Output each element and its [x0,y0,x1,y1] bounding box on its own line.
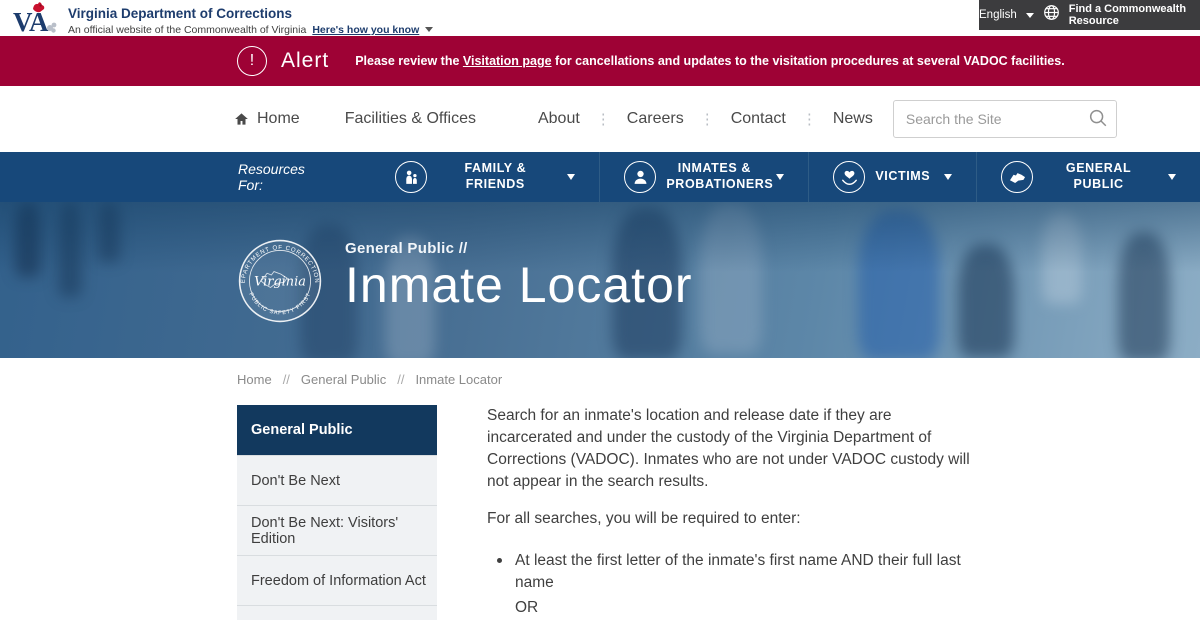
breadcrumb-general-public[interactable]: General Public [301,372,386,387]
resources-inmates-probationers[interactable]: INMATES & PROBATIONERS [600,152,808,202]
resource-label: GENERAL PUBLIC [1043,161,1154,192]
alert-message: Please review the Visitation page for ca… [355,54,1065,68]
page-content: General Public Don't Be Next Don't Be Ne… [237,405,1200,620]
resources-for-bar: Resources For: FAMILY & FRIENDS INMATES … [0,152,1200,202]
top-header: VA Virginia Department of Corrections An… [0,0,1200,36]
nav-item-about[interactable]: About [538,110,580,128]
language-selector[interactable]: English [979,9,1017,21]
sidebar-item[interactable] [237,605,437,620]
list-item: At least the first letter of the inmate'… [489,550,981,619]
requirement-or: OR [515,597,981,619]
breadcrumb-separator: // [397,372,404,387]
alert-banner: Alert Please review the Visitation page … [0,36,1200,86]
family-icon [395,161,427,193]
resource-label: INMATES & PROBATIONERS [666,161,762,192]
nav-item-facilities-offices[interactable]: Facilities & Offices [345,110,476,128]
caret-down-icon [776,174,784,180]
home-icon [233,111,250,127]
alert-message-prefix: Please review the [355,54,463,68]
nav-label: About [538,110,580,128]
nav-label: Home [257,110,300,128]
vadoc-seal-icon: DEPARTMENT OF CORRECTIONS PUBLIC SAFETY … [237,238,323,324]
main-column: Search for an inmate's location and rele… [487,405,981,620]
resource-label: FAMILY & FRIENDS [437,161,553,192]
heres-how-you-know-link[interactable]: Here's how you know [312,24,419,36]
caret-down-icon [1168,174,1176,180]
sidebar-menu: General Public Don't Be Next Don't Be Ne… [237,405,437,620]
nav-item-news[interactable]: News [833,110,873,128]
main-navigation: Home Facilities & Offices About Careers … [0,86,1200,152]
inmate-icon [624,161,656,193]
breadcrumb-current-page: Inmate Locator [415,372,502,387]
breadcrumb: Home // General Public // Inmate Locator [237,372,1200,387]
hero-eyebrow: General Public // [345,240,693,257]
sidebar-item-dont-be-next[interactable]: Don't Be Next [237,455,437,505]
nav-item-contact[interactable]: Contact [731,110,786,128]
visitation-page-link[interactable]: Visitation page [463,54,552,68]
language-caret-icon [1026,13,1034,18]
globe-icon [1043,4,1060,26]
resources-family-friends[interactable]: FAMILY & FRIENDS [371,152,599,202]
find-commonwealth-resource-link[interactable]: Find a Commonwealth Resource [1069,3,1200,27]
site-title: Virginia Department of Corrections [68,6,433,23]
sidebar-item-dont-be-next-visitors[interactable]: Don't Be Next: Visitors' Edition [237,505,437,555]
site-search-input[interactable] [893,100,1117,138]
vertical-dots-separator-icon [596,110,611,128]
nav-item-home[interactable]: Home [233,110,300,128]
search-button[interactable] [1087,107,1109,132]
requirements-list: At least the first letter of the inmate'… [489,550,981,620]
nav-label: Careers [627,110,684,128]
requirement-text: At least the first letter of the inmate'… [515,552,961,591]
breadcrumb-home[interactable]: Home [237,372,272,387]
official-website-text: An official website of the Commonwealth … [68,24,306,36]
page-title: Inmate Locator [345,259,693,312]
seal-center-text: Virginia [254,275,306,290]
caret-down-icon [944,174,952,180]
virginia-state-icon [1001,161,1033,193]
nav-label: News [833,110,873,128]
alert-message-suffix: for cancellations and updates to the vis… [552,54,1065,68]
heart-hands-icon [833,161,865,193]
vertical-dots-separator-icon [700,110,715,128]
resources-general-public[interactable]: GENERAL PUBLIC [977,152,1200,202]
site-brand[interactable]: VA Virginia Department of Corrections An… [12,2,433,40]
caret-down-icon [567,174,575,180]
nav-label: Facilities & Offices [345,110,476,128]
resources-victims[interactable]: VICTIMS [809,152,976,202]
requirements-label: For all searches, you will be required t… [487,508,981,530]
resource-label: VICTIMS [875,169,930,185]
nav-item-careers[interactable]: Careers [627,110,684,128]
nav-label: Contact [731,110,786,128]
alert-label: Alert [281,49,329,73]
sidebar-item-general-public[interactable]: General Public [237,405,437,455]
search-icon [1087,117,1109,132]
resources-for-label: Resources For: [238,161,329,193]
breadcrumb-separator: // [283,372,290,387]
hero-banner: DEPARTMENT OF CORRECTIONS PUBLIC SAFETY … [0,202,1200,358]
exclamation-circle-icon [237,46,267,76]
commonwealth-utility-bar: English Find a Commonwealth Resource [979,0,1200,30]
vertical-dots-separator-icon [802,110,817,128]
svg-text:VA: VA [13,7,49,35]
chevron-down-icon [425,27,433,32]
intro-paragraph: Search for an inmate's location and rele… [487,405,981,493]
vadoc-cardinal-logo-icon: VA [12,2,58,40]
sidebar-item-foia[interactable]: Freedom of Information Act [237,555,437,605]
